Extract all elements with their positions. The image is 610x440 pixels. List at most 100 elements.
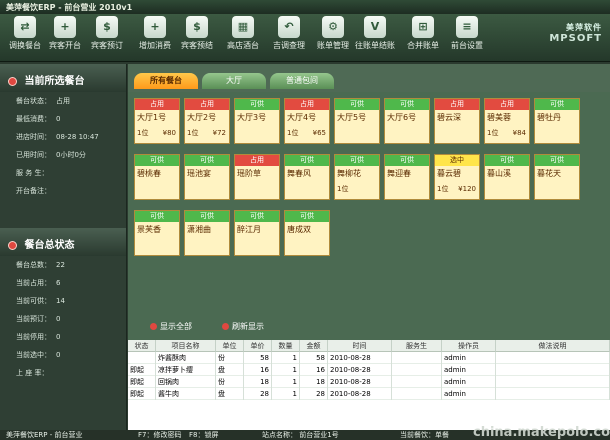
table-tile[interactable]: 可供 大厅5号 <box>334 98 380 144</box>
table-cell: 18 <box>300 376 328 388</box>
info-label: 当前停用： <box>16 333 51 341</box>
table-row[interactable]: 即起 凉拌萝卜缨盘 16 1 16 2010-08-28 admin <box>128 364 610 376</box>
tab-private-room[interactable]: 普通包间 <box>270 73 334 89</box>
toolbar-button-3[interactable]: + 增加消费 <box>134 16 176 51</box>
table-row[interactable]: 即起 酱牛肉盘 28 1 28 2010-08-28 admin <box>128 388 610 400</box>
tile-people: 1位 <box>437 185 449 193</box>
toolbar-button-2[interactable]: $ 宾客预订 <box>86 16 128 51</box>
tile-meta <box>385 182 429 196</box>
table-header: 时间 <box>328 340 392 352</box>
tile-name: 大厅5号 <box>337 113 367 122</box>
table-tile[interactable]: 可供 碧牡丹 <box>534 98 580 144</box>
table-tile[interactable]: 可供 唐成双 <box>284 210 330 256</box>
tile-meta <box>185 238 229 252</box>
tile-name: 唐成双 <box>287 225 311 234</box>
gear-icon: ⚙ <box>322 16 344 38</box>
toolbar-button-1[interactable]: + 宾客开台 <box>44 16 86 51</box>
tile-meta <box>135 238 179 252</box>
settings-icon: ≡ <box>456 16 478 38</box>
toolbar-button-6[interactable]: ↶ 吉调查理 <box>268 16 310 51</box>
main-content: 所有餐台 大厅 普通包间 占用 大厅1号 1位 ¥80 占用 大厅2号 1位 ¥72 可供 大厅3… <box>128 64 610 432</box>
info-label: 餐台状态： <box>16 97 51 105</box>
table-row[interactable]: 即起 回锅肉份 18 1 18 2010-08-28 admin <box>128 376 610 388</box>
tile-status: 可供 <box>485 155 529 166</box>
table-tile[interactable]: 可供 碧桃春 <box>134 154 180 200</box>
table-cell: 16 <box>300 364 328 376</box>
table-tile[interactable]: 可供 醉江月 <box>234 210 280 256</box>
undo-icon: ↶ <box>278 16 300 38</box>
table-cell <box>496 364 610 376</box>
toolbar-button-5[interactable]: ▦ 高店酒台 <box>222 16 264 51</box>
table-header: 状态 <box>128 340 156 352</box>
toolbar-button-10[interactable]: ≡ 前台设置 <box>446 16 488 51</box>
table-tile[interactable]: 可供 舞迎春 <box>384 154 430 200</box>
table-tile[interactable]: 占用 大厅2号 1位 ¥72 <box>184 98 230 144</box>
tile-actions-bar: 显示全部 刷新显示 <box>128 316 610 338</box>
toolbar-button-label: 吉调查理 <box>273 41 305 50</box>
table-header: 单价 <box>244 340 272 352</box>
table-tile[interactable]: 可供 大厅6号 <box>384 98 430 144</box>
tile-status: 可供 <box>285 155 329 166</box>
table-cell: 2010-08-28 <box>328 352 392 364</box>
toolbar-button-7[interactable]: ⚙ 账单管理 <box>312 16 354 51</box>
table-cell: 28 <box>300 388 328 400</box>
table-tile[interactable]: 占用 碧美蓉 1位 ¥84 <box>484 98 530 144</box>
toolbar-button-4[interactable]: $ 宾客预结 <box>176 16 218 51</box>
current-table-title: 当前所选餐台 <box>24 76 85 87</box>
show-all-button[interactable]: 显示全部 <box>150 321 192 332</box>
tab-all-tables[interactable]: 所有餐台 <box>134 73 198 89</box>
table-tile[interactable]: 可供 潇湘曲 <box>184 210 230 256</box>
table-cell: 1 <box>272 364 300 376</box>
table-tile[interactable]: 占用 碧云深 <box>434 98 480 144</box>
table-tile[interactable]: 占用 大厅4号 1位 ¥65 <box>284 98 330 144</box>
show-all-label: 显示全部 <box>160 322 192 331</box>
tile-status: 选中 <box>435 155 479 166</box>
info-value: 6 <box>56 279 61 287</box>
toolbar-button-9[interactable]: ⊞ 合并账单 <box>402 16 444 51</box>
toolbar-button-8[interactable]: V 往账单结账 <box>354 16 396 51</box>
tile-status: 可供 <box>285 211 329 222</box>
tile-meta <box>285 182 329 196</box>
table-status-header: 餐台总状态 <box>0 228 126 256</box>
tile-name: 大厅1号 <box>137 113 167 122</box>
red-dot-icon <box>150 323 157 330</box>
table-tile[interactable]: 可供 舞柳花 1位 <box>334 154 380 200</box>
tab-hall[interactable]: 大厅 <box>202 73 266 89</box>
info-label: 当前占用： <box>16 279 51 287</box>
status-f7: F7：修改密码 <box>138 431 182 439</box>
main-toolbar: ⇄ 调换餐台 + 宾客开台 $ 宾客预订 + 增加消费 $ 宾客预结 ▦ 高店酒台 ↶ 吉调查理 ⚙ 账单管理… <box>0 14 610 62</box>
table-tile[interactable]: 占用 瑶阶草 <box>234 154 280 200</box>
tile-status: 可供 <box>385 99 429 110</box>
info-value: 占用 <box>56 97 70 105</box>
info-label: 已用时间： <box>16 151 51 159</box>
tile-people: 1位 <box>137 129 149 137</box>
table-tile[interactable]: 选中 暮云碧 1位 ¥120 <box>434 154 480 200</box>
toolbar-button-0[interactable]: ⇄ 调换餐台 <box>4 16 46 51</box>
current-table-header: 当前所选餐台 <box>0 64 126 92</box>
table-tile[interactable]: 可供 景芙香 <box>134 210 180 256</box>
table-tile[interactable]: 可供 瑶池宴 <box>184 154 230 200</box>
toolbar-button-label: 前台设置 <box>451 41 483 50</box>
table-tile[interactable]: 可供 暮花天 <box>534 154 580 200</box>
table-cell <box>392 364 442 376</box>
refresh-label: 刷新显示 <box>232 322 264 331</box>
table-cell: 份 <box>216 352 244 364</box>
info-row: 当前预订： 0 <box>0 310 126 328</box>
red-dot-icon <box>8 76 17 86</box>
tile-status: 占用 <box>135 99 179 110</box>
tile-meta <box>285 238 329 252</box>
table-cell: 58 <box>244 352 272 364</box>
table-tile[interactable]: 可供 暮山溪 <box>484 154 530 200</box>
table-tile[interactable]: 可供 舞春风 <box>284 154 330 200</box>
tile-status: 可供 <box>135 211 179 222</box>
refresh-button[interactable]: 刷新显示 <box>222 321 264 332</box>
table-cell: 即起 <box>128 364 156 376</box>
tile-status: 可供 <box>535 99 579 110</box>
tile-meta <box>185 182 229 196</box>
table-row[interactable]: 炸酱酥肉份 58 1 58 2010-08-28 admin <box>128 352 610 364</box>
table-cell: admin <box>442 364 496 376</box>
table-tile[interactable]: 占用 大厅1号 1位 ¥80 <box>134 98 180 144</box>
table-tile[interactable]: 可供 大厅3号 <box>234 98 280 144</box>
tile-name: 舞春风 <box>287 169 311 178</box>
tile-price: ¥65 <box>312 129 326 137</box>
